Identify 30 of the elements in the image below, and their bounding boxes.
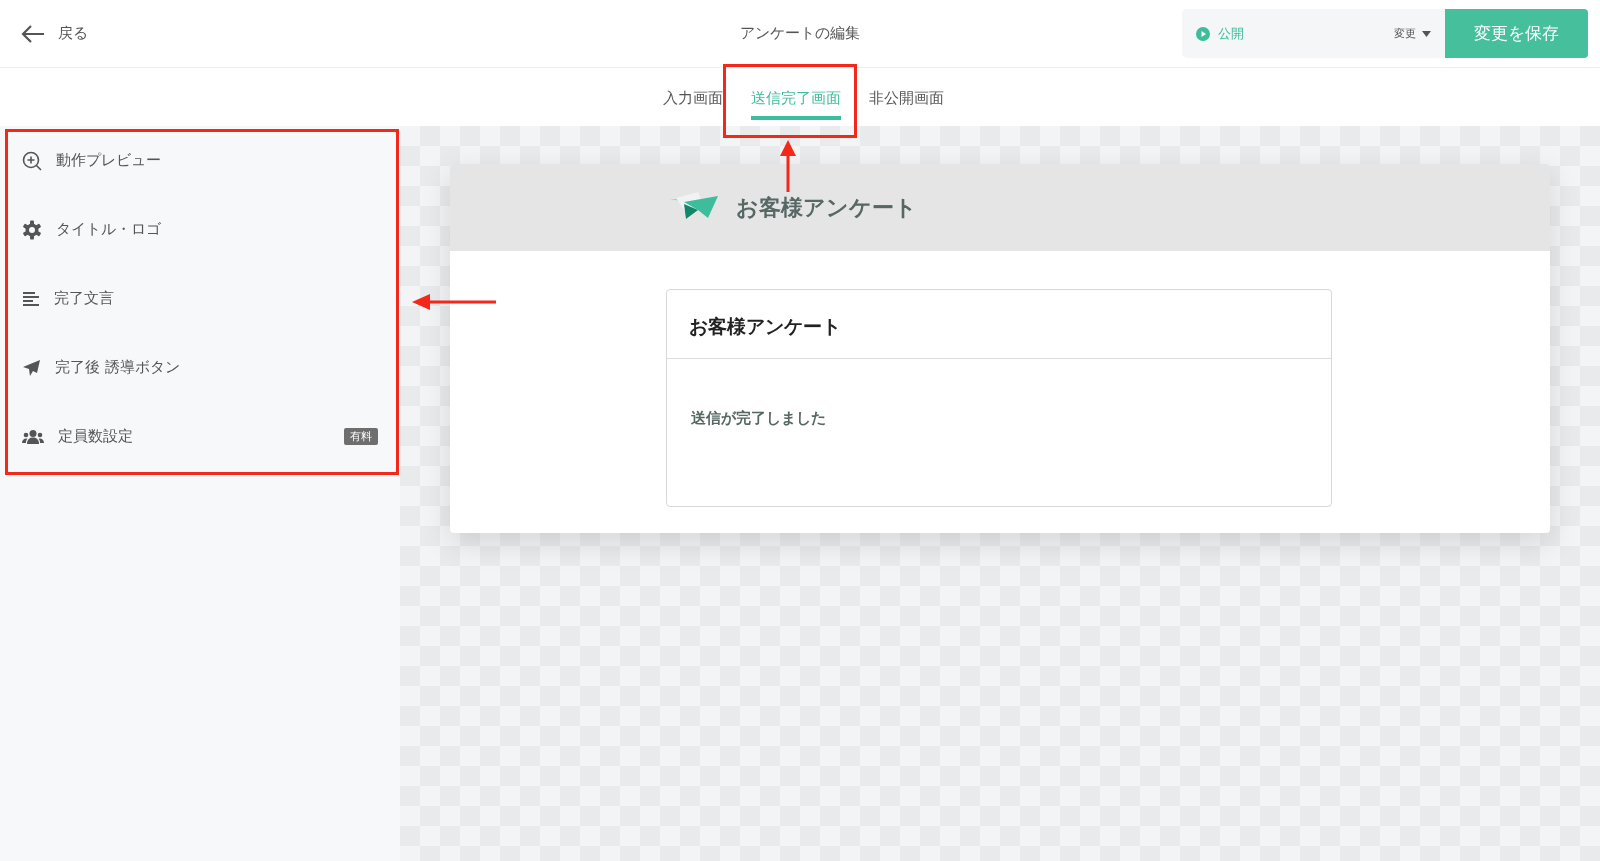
back-button[interactable]: 戻る xyxy=(20,23,88,44)
paid-badge: 有料 xyxy=(344,428,378,445)
sidebar-item[interactable]: タイトル・ロゴ xyxy=(0,195,400,264)
status-label: 公開 xyxy=(1218,24,1244,43)
sidebar-item-label: タイトル・ロゴ xyxy=(56,220,161,239)
change-dropdown[interactable]: 変更 xyxy=(1394,26,1431,41)
sidebar-item[interactable]: 完了文言 xyxy=(0,264,400,333)
play-icon xyxy=(1196,26,1210,41)
settings-icon xyxy=(22,219,42,240)
sidebar-item-label: 動作プレビュー xyxy=(56,151,161,170)
survey-title: お客様アンケート xyxy=(667,290,1331,359)
survey-brand-title: お客様アンケート xyxy=(736,193,917,222)
sidebar-item[interactable]: 動作プレビュー xyxy=(0,126,400,195)
users-icon xyxy=(22,428,44,445)
zoom-in-icon xyxy=(22,150,42,171)
tab[interactable]: 入力画面 xyxy=(662,68,723,120)
annotation-arrow xyxy=(778,140,798,192)
page-title: アンケートの編集 xyxy=(740,24,860,43)
paper-plane-icon xyxy=(22,358,41,377)
status-control[interactable]: 公開 変更 xyxy=(1182,9,1445,58)
sidebar-item-label: 完了文言 xyxy=(54,289,114,308)
completion-message: 送信が完了しました xyxy=(690,408,827,429)
sidebar-item-label: 完了後 誘導ボタン xyxy=(55,358,180,377)
tab[interactable]: 非公開画面 xyxy=(868,68,944,120)
sidebar-item[interactable]: 完了後 誘導ボタン xyxy=(0,333,400,402)
text-align-icon xyxy=(22,290,40,307)
sidebar-item-label: 定員数設定 xyxy=(58,427,133,446)
caret-icon xyxy=(1422,30,1431,37)
sidebar-item[interactable]: 定員数設定 有料 xyxy=(0,402,400,471)
back-arrow-icon xyxy=(20,23,46,44)
